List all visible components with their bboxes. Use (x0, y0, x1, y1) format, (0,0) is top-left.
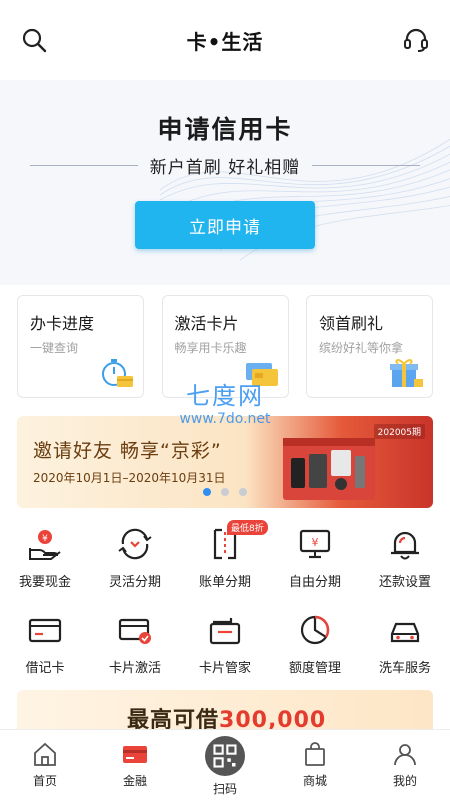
banner-title: 邀请好友 畅享“京彩” (33, 440, 222, 462)
service-car-wash[interactable]: 洗车服务 (360, 604, 450, 690)
stopwatch-card-icon (102, 359, 133, 387)
finance-card-icon (123, 746, 147, 763)
card-activation-icon (118, 618, 151, 644)
debit-card-icon (28, 618, 62, 643)
service-debit-card[interactable]: 借记卡 (0, 604, 90, 690)
loan-promo-amount: 300,000 (219, 708, 327, 730)
discount-badge: 最低8折 (227, 520, 268, 535)
service-row-1: ¥ 我要现金 灵活分期 最低8折 账单分期 ¥ 自由分期 还款设置 (0, 518, 450, 604)
banner-date-range: 2020年10月1日–2020年10月31日 (33, 471, 226, 485)
quick-cards: 办卡进度 一键查询 激活卡片 畅享用卡乐趣 领首刷礼 缤纷好礼等你拿 (17, 295, 433, 398)
loan-promo-text: 最高可借300,000 (127, 702, 326, 730)
service-credit-limit[interactable]: 额度管理 (270, 604, 360, 690)
banner-issue-tag: 202005期 (373, 424, 425, 439)
tab-label: 金融 (122, 774, 147, 788)
apply-now-button[interactable]: 立即申请 (135, 201, 315, 249)
hero-subtitle: 新户首刷 好礼相赠 (149, 157, 301, 178)
service-label: 自由分期 (288, 575, 341, 590)
user-icon (394, 744, 416, 766)
cash-hand-icon: ¥ (29, 530, 61, 560)
quick-card-title: 领首刷礼 (319, 314, 384, 333)
pagination-dot[interactable] (221, 488, 229, 496)
apply-credit-card-hero: 申请信用卡 新户首刷 好礼相赠 立即申请 (0, 80, 450, 285)
gift-box-icon (390, 359, 423, 387)
shopping-bag-icon (305, 742, 325, 766)
card-activate-icon (245, 363, 278, 386)
quick-card-subtitle: 缤纷好礼等你拿 (319, 341, 404, 355)
quick-card-title: 办卡进度 (30, 314, 95, 333)
page-title: 卡•生活 (186, 29, 264, 54)
service-label: 灵活分期 (108, 575, 161, 590)
service-label: 我要现金 (18, 575, 71, 590)
service-label: 额度管理 (288, 661, 341, 676)
pie-chart-icon (300, 615, 330, 645)
service-label: 卡片激活 (108, 661, 161, 676)
svg-text:¥: ¥ (312, 536, 319, 549)
service-card-manager[interactable]: 卡片管家 (180, 604, 270, 690)
hero-title: 申请信用卡 (157, 115, 293, 144)
tab-label: 我的 (392, 774, 417, 788)
headset-icon[interactable] (400, 24, 432, 56)
tab-label: 扫码 (212, 782, 237, 796)
free-installment-icon: ¥ (299, 529, 331, 559)
quick-card-subtitle: 一键查询 (30, 341, 79, 355)
service-label: 卡片管家 (198, 661, 251, 676)
service-flexible-installment[interactable]: 灵活分期 (90, 518, 180, 604)
car-wash-icon (390, 622, 420, 643)
search-icon[interactable] (18, 24, 50, 56)
loan-promo-banner[interactable]: 最高可借300,000 (17, 690, 433, 730)
service-cash[interactable]: ¥ 我要现金 (0, 518, 90, 604)
service-label: 借记卡 (25, 661, 65, 676)
hero-subtitle-row: 新户首刷 好礼相赠 (30, 152, 420, 178)
quick-card-first-swipe-gift[interactable]: 领首刷礼 缤纷好礼等你拿 (306, 295, 433, 398)
tab-label: 首页 (32, 774, 57, 788)
service-label: 还款设置 (378, 575, 431, 590)
card-manager-icon (209, 618, 241, 645)
flexible-installment-icon (118, 528, 152, 560)
tab-label: 商城 (302, 774, 327, 788)
quick-card-progress[interactable]: 办卡进度 一键查询 (17, 295, 144, 398)
divider-right (312, 164, 420, 166)
tab-mall[interactable]: 商城 (270, 730, 360, 800)
service-free-installment[interactable]: ¥ 自由分期 (270, 518, 360, 604)
tab-home[interactable]: 首页 (0, 730, 90, 800)
home-icon (34, 742, 56, 766)
pagination-dot-active[interactable] (203, 488, 211, 496)
scan-icon (205, 736, 245, 776)
tab-mine[interactable]: 我的 (360, 730, 450, 800)
pagination-dot[interactable] (239, 488, 247, 496)
top-bar: 卡•生活 (0, 0, 450, 80)
bell-icon (391, 531, 419, 560)
service-repayment-settings[interactable]: 还款设置 (360, 518, 450, 604)
quick-card-title: 激活卡片 (174, 314, 239, 333)
quick-card-activate[interactable]: 激活卡片 畅享用卡乐趣 (161, 295, 289, 398)
service-label: 洗车服务 (378, 661, 431, 676)
quick-card-subtitle: 畅享用卡乐趣 (174, 341, 247, 355)
divider-left (30, 164, 138, 166)
service-label: 账单分期 (198, 575, 251, 590)
service-card-activation[interactable]: 卡片激活 (90, 604, 180, 690)
service-bill-installment[interactable]: 最低8折 账单分期 (180, 518, 270, 604)
loan-promo-prefix: 最高可借 (127, 708, 220, 730)
tab-scan[interactable]: 扫码 (180, 730, 270, 800)
banner-pagination (0, 488, 450, 496)
service-row-2: 借记卡 卡片激活 卡片管家 额度管理 洗车服务 (0, 604, 450, 690)
bottom-tab-bar: 首页 金融 扫码 商城 我的 (0, 729, 450, 800)
service-grid: ¥ 我要现金 灵活分期 最低8折 账单分期 ¥ 自由分期 还款设置 借记卡 卡片… (0, 518, 450, 690)
tab-finance[interactable]: 金融 (90, 730, 180, 800)
svg-text:¥: ¥ (42, 534, 48, 544)
